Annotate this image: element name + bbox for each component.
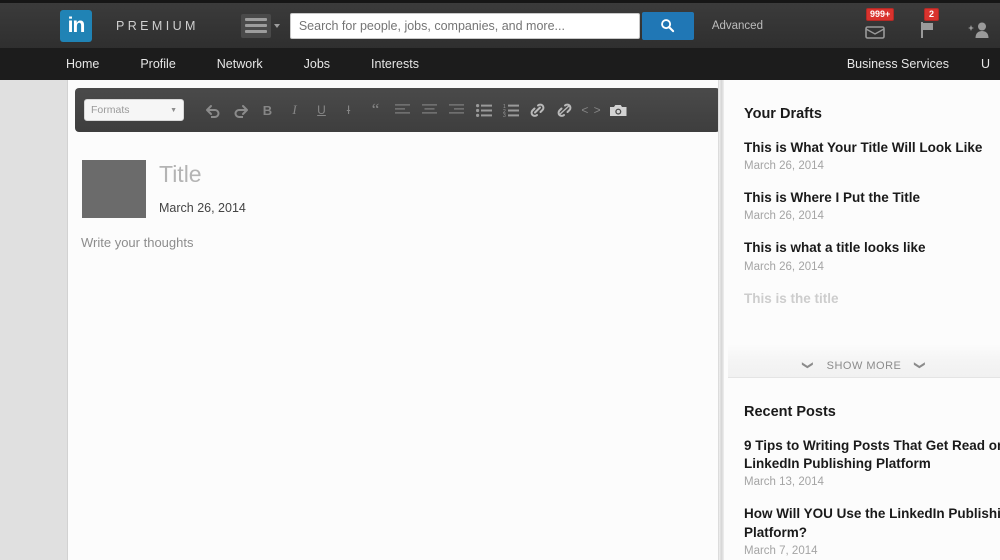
nav-item-profile[interactable]: Profile — [140, 57, 175, 71]
recent-post-title: How Will YOU Use the LinkedIn Publishing… — [744, 506, 1000, 540]
flag-icon[interactable]: 2 — [914, 7, 940, 39]
linkedin-publishing-page: in PREMIUM Advanced 999+ — [0, 0, 1000, 560]
post-title-input[interactable]: Title — [159, 161, 202, 188]
chevron-down-icon: ❯ — [801, 360, 814, 371]
redo-icon[interactable] — [227, 96, 254, 124]
advanced-search-link[interactable]: Advanced — [712, 20, 763, 32]
draft-date: March 26, 2014 — [744, 210, 824, 223]
draft-title: This is What Your Title Will Look Like — [744, 140, 983, 155]
svg-text:3: 3 — [503, 113, 506, 117]
blockquote-icon[interactable]: “ — [362, 96, 389, 124]
search-button[interactable] — [641, 11, 694, 40]
align-center-icon[interactable] — [416, 96, 443, 124]
recent-posts-heading: Recent Posts — [744, 404, 836, 420]
recent-post-item[interactable]: 9 Tips to Writing Posts That Get Read on… — [744, 437, 1000, 488]
inbox-icon[interactable]: 999+ — [862, 7, 895, 39]
bold-icon[interactable]: B — [254, 96, 281, 124]
inbox-badge: 999+ — [866, 7, 895, 22]
recent-posts-section: Recent Posts 9 Tips to Writing Posts Tha… — [728, 378, 1000, 557]
author-avatar — [82, 160, 146, 218]
code-icon[interactable]: < > — [578, 96, 605, 124]
recent-post-date: March 7, 2014 — [744, 544, 818, 557]
header-icon-group: 999+ 2 — [862, 7, 1000, 43]
nav-item-home[interactable]: Home — [66, 57, 99, 71]
draft-item[interactable]: This is what a title looks like March 26… — [744, 239, 1000, 272]
align-right-icon[interactable] — [443, 96, 470, 124]
recent-post-title: 9 Tips to Writing Posts That Get Read on… — [744, 438, 1000, 472]
italic-icon[interactable]: I — [281, 96, 308, 124]
recent-post-item[interactable]: How Will YOU Use the LinkedIn Publishing… — [744, 505, 1000, 556]
flag-badge: 2 — [924, 7, 940, 22]
nav-secondary-links: Business Services U — [847, 57, 1000, 71]
editor-toolbar: Formats ▼ B I U I “ 123 < > — [75, 88, 720, 132]
draft-item[interactable]: This is the title — [744, 290, 1000, 308]
global-header: in PREMIUM Advanced 999+ — [0, 0, 1000, 48]
sidebar: Your Drafts This is What Your Title Will… — [728, 80, 1000, 560]
strikethrough-icon[interactable]: I — [335, 96, 362, 124]
chevron-down-icon: ▼ — [170, 106, 177, 114]
post-body-input[interactable]: Write your thoughts — [81, 235, 193, 250]
draft-title: This is Where I Put the Title — [744, 190, 921, 206]
left-gutter — [0, 80, 68, 560]
align-left-icon[interactable] — [389, 96, 416, 124]
underline-icon[interactable]: U — [308, 96, 335, 124]
search-input[interactable] — [289, 12, 640, 39]
draft-date: March 26, 2014 — [744, 160, 824, 173]
draft-date: March 26, 2014 — [744, 260, 824, 273]
formats-dropdown-label: Formats — [91, 104, 130, 116]
drafts-heading: Your Drafts — [744, 106, 822, 122]
undo-icon[interactable] — [200, 96, 227, 124]
premium-label: PREMIUM — [116, 18, 199, 33]
show-more-button[interactable]: ❯ SHOW MORE ❯ — [728, 344, 1000, 378]
draft-item[interactable]: This is What Your Title Will Look Like M… — [744, 139, 1000, 172]
main-navigation: Home Profile Network Jobs Interests Busi… — [0, 48, 1000, 80]
hamburger-icon[interactable] — [240, 13, 271, 38]
nav-item-upgrade[interactable]: U — [981, 57, 990, 71]
inbox-glyph — [865, 25, 885, 39]
nav-item-business-services[interactable]: Business Services — [847, 57, 949, 71]
draft-title: This is what a title looks like — [744, 240, 926, 256]
draft-title: This is the title — [744, 290, 839, 306]
linkedin-logo[interactable]: in — [60, 9, 92, 42]
chevron-down-icon: ❯ — [913, 360, 926, 371]
post-date: March 26, 2014 — [159, 201, 246, 215]
nav-item-interests[interactable]: Interests — [371, 57, 419, 71]
numbered-list-icon[interactable]: 123 — [497, 96, 524, 124]
show-more-label: SHOW MORE — [826, 360, 902, 372]
image-icon[interactable] — [605, 96, 632, 124]
formats-dropdown[interactable]: Formats ▼ — [84, 99, 184, 121]
unlink-icon[interactable] — [551, 96, 578, 124]
sidebar-divider — [718, 80, 724, 560]
draft-item[interactable]: This is Where I Put the Title March 26, … — [744, 189, 1000, 222]
recent-post-date: March 13, 2014 — [744, 476, 824, 489]
link-icon[interactable] — [524, 96, 551, 124]
nav-primary-links: Home Profile Network Jobs Interests — [66, 57, 419, 71]
flag-glyph — [921, 21, 933, 38]
apps-menu-button[interactable] — [199, 13, 280, 38]
bullet-list-icon[interactable] — [470, 96, 497, 124]
add-connection-icon[interactable] — [966, 9, 992, 39]
nav-item-network[interactable]: Network — [217, 57, 263, 71]
add-connection-glyph — [968, 22, 989, 38]
search-icon — [661, 19, 675, 33]
nav-item-jobs[interactable]: Jobs — [304, 57, 330, 71]
chevron-down-icon — [273, 23, 280, 28]
